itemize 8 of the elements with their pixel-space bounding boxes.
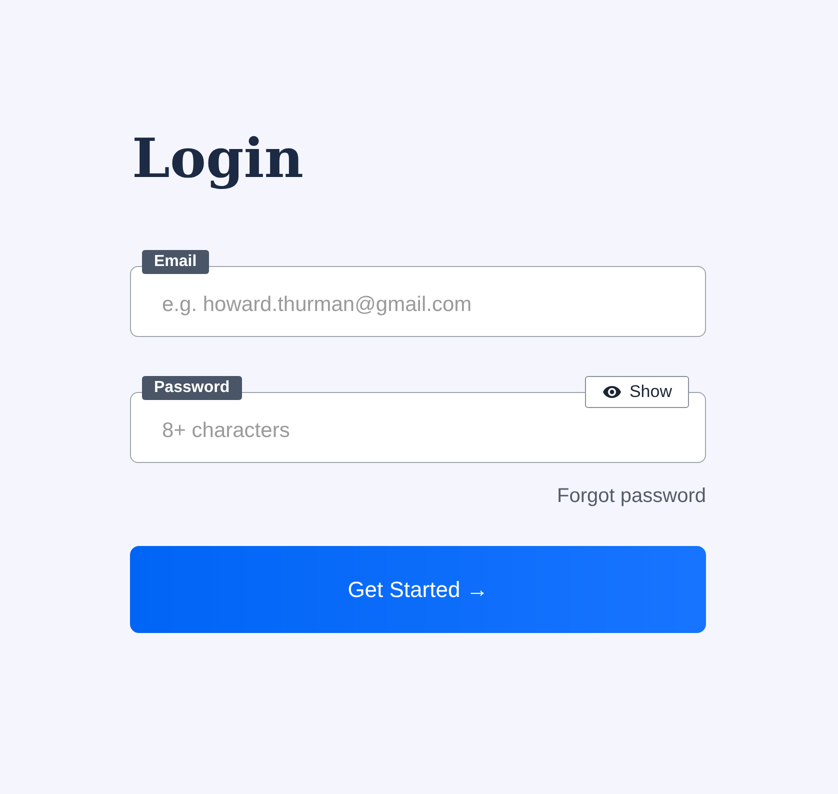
- field-label: Password: [142, 376, 242, 400]
- show-password-button[interactable]: Show: [585, 376, 689, 408]
- field-label: Email: [142, 250, 209, 274]
- forgot-password-link[interactable]: Forgot password: [557, 485, 706, 508]
- get-started-button[interactable]: Get Started →: [130, 546, 706, 633]
- input-field[interactable]: e.g. howard.thurman@gmail.com: [130, 266, 706, 337]
- eye-icon: [602, 385, 622, 399]
- login-title: Login: [132, 125, 304, 192]
